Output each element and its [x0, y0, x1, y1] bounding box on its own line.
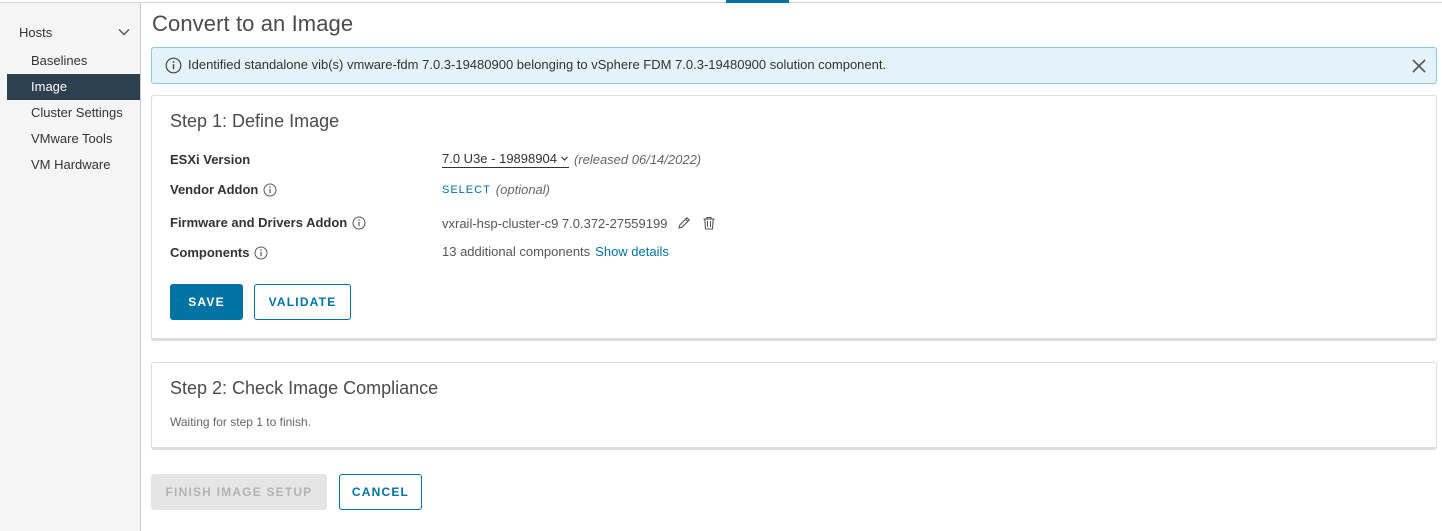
info-icon[interactable]	[263, 183, 277, 197]
components-label: Components	[170, 245, 268, 260]
active-tab-indicator	[726, 0, 789, 3]
sidebar-item-vmware-tools[interactable]: VMware Tools	[7, 126, 140, 152]
esxi-version-label-text: ESXi Version	[170, 152, 251, 167]
sidebar-item-vm-hardware[interactable]: VM Hardware	[7, 152, 140, 178]
chevron-down-icon	[561, 156, 568, 161]
firmware-addon-value: vxrail-hsp-cluster-c9 7.0.372-27559199	[442, 215, 717, 231]
firmware-addon-label-text: Firmware and Drivers Addon	[170, 215, 348, 230]
info-circle-icon	[165, 57, 182, 74]
sidebar-item-baselines[interactable]: Baselines	[7, 48, 140, 74]
sidebar-header-hosts[interactable]: Hosts	[19, 23, 131, 41]
pencil-icon[interactable]	[676, 215, 692, 231]
components-count: 13 additional components	[442, 244, 591, 259]
step2-card: Step 2: Check Image Compliance Waiting f…	[151, 362, 1437, 450]
step2-status: Waiting for step 1 to finish.	[170, 415, 311, 429]
show-details-link[interactable]: Show details	[595, 244, 669, 259]
vendor-addon-select-link[interactable]: SELECT	[442, 184, 491, 196]
vendor-addon-optional: (optional)	[495, 182, 550, 197]
step1-title: Step 1: Define Image	[170, 111, 340, 131]
firmware-addon-name: vxrail-hsp-cluster-c9 7.0.372-27559199	[442, 215, 668, 231]
esxi-version-value: 7.0 U3e - 19898904 (released 06/14/2022)	[442, 151, 701, 168]
sidebar-header-label: Hosts	[19, 24, 53, 40]
info-alert: Identified standalone vib(s) vmware-fdm …	[151, 47, 1437, 84]
components-label-text: Components	[170, 245, 250, 260]
page-title: Convert to an Image	[152, 11, 354, 36]
info-icon[interactable]	[352, 216, 366, 230]
vendor-addon-label-text: Vendor Addon	[170, 182, 259, 197]
chevron-down-icon	[118, 29, 130, 36]
step1-card: Step 1: Define Image ESXi Version 7.0 U3…	[151, 95, 1437, 341]
validate-button[interactable]: VALIDATE	[254, 284, 351, 320]
finish-image-setup-button[interactable]: FINISH IMAGE SETUP	[151, 474, 327, 510]
esxi-version-dropdown[interactable]: 7.0 U3e - 19898904	[442, 151, 569, 168]
alert-message: Identified standalone vib(s) vmware-fdm …	[188, 57, 887, 72]
cancel-button[interactable]: CANCEL	[339, 474, 422, 510]
save-button[interactable]: SAVE	[170, 284, 243, 320]
top-divider	[0, 2, 1442, 3]
vendor-addon-label: Vendor Addon	[170, 182, 277, 197]
sidebar-item-image[interactable]: Image	[7, 74, 140, 100]
sidebar-item-cluster-settings[interactable]: Cluster Settings	[7, 100, 140, 126]
sidebar: Hosts Baselines Image Cluster Settings V…	[0, 3, 141, 531]
step2-title: Step 2: Check Image Compliance	[170, 378, 439, 398]
vendor-addon-value: SELECT (optional)	[442, 182, 550, 197]
esxi-version-selected: 7.0 U3e - 19898904	[442, 151, 557, 166]
esxi-version-label: ESXi Version	[170, 152, 250, 167]
esxi-release-date: (released 06/14/2022)	[573, 152, 702, 167]
firmware-addon-label: Firmware and Drivers Addon	[170, 215, 366, 230]
components-value: 13 additional components Show details	[442, 244, 669, 259]
trash-icon[interactable]	[701, 215, 717, 231]
close-icon[interactable]	[1409, 56, 1429, 76]
info-icon[interactable]	[254, 246, 268, 260]
